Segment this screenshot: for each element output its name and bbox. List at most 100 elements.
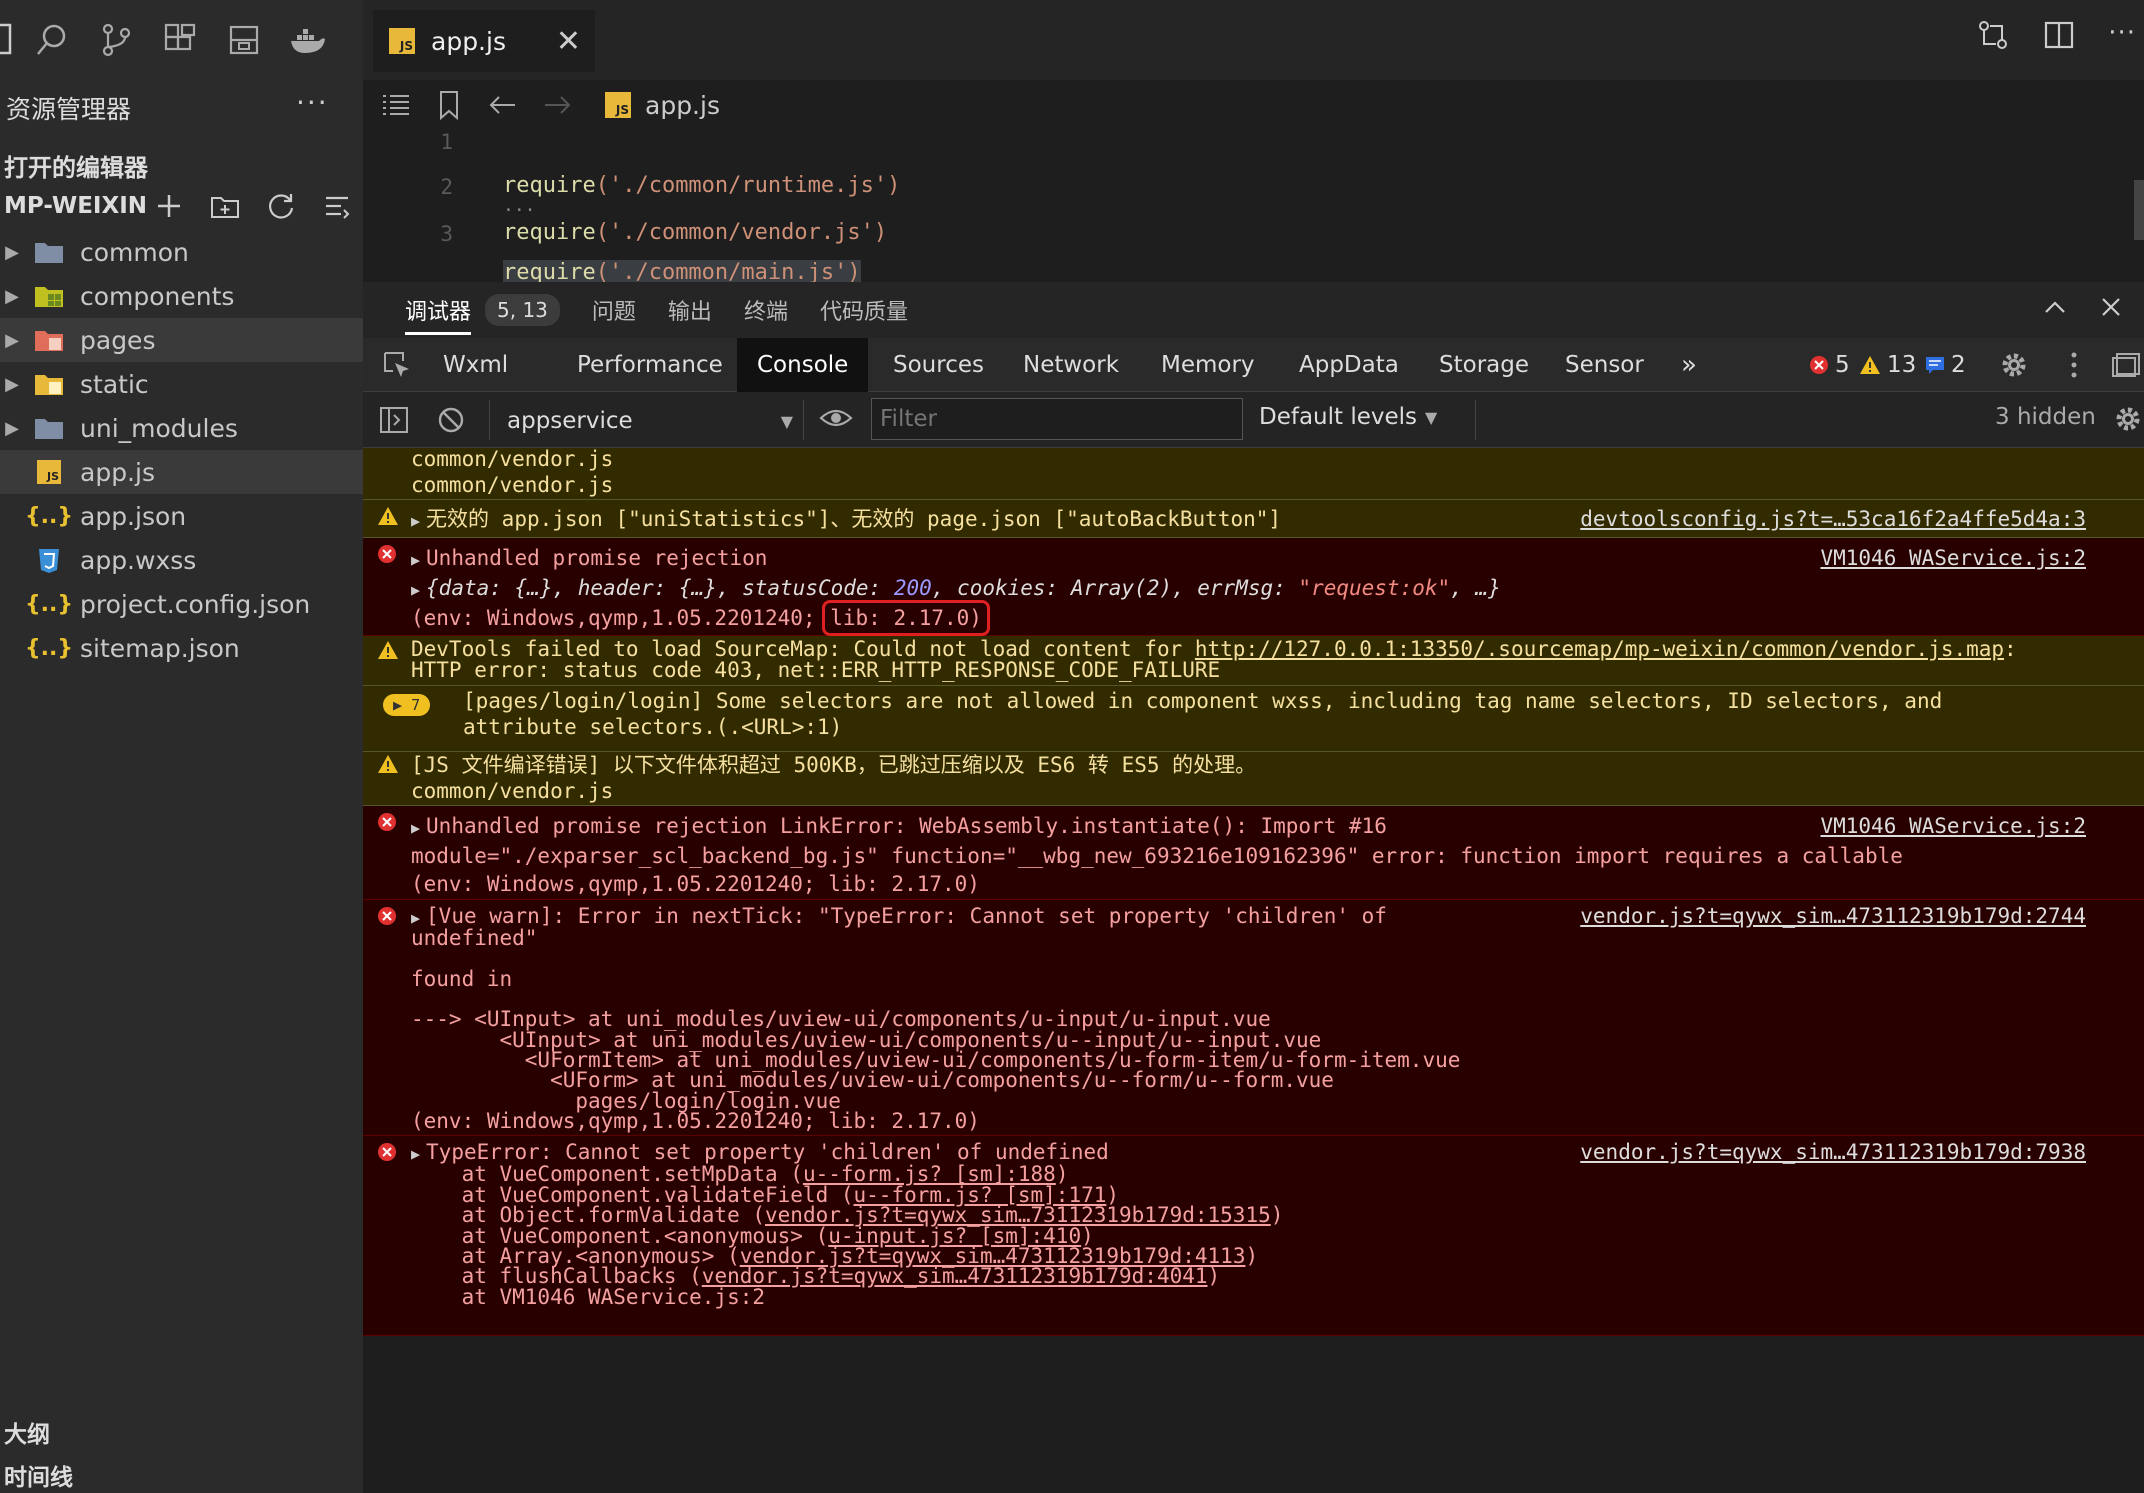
- message-text: attribute selectors.(.<URL>:1): [463, 715, 843, 739]
- open-editors-header[interactable]: 打开的编辑器: [4, 148, 148, 183]
- search-icon[interactable]: [20, 8, 84, 72]
- expand-triangle-icon[interactable]: ▶: [411, 1145, 420, 1163]
- tree-item-uni-modules[interactable]: ▶ uni_modules: [0, 406, 363, 450]
- bookmark-icon[interactable]: [437, 90, 461, 120]
- console-settings-icon[interactable]: [2113, 404, 2143, 434]
- message-text: HTTP error: status code 403, net::ERR_HT…: [411, 658, 1221, 682]
- console-output[interactable]: common/vendor.js common/vendor.js ▶ 无效的 a…: [363, 448, 2144, 1493]
- message-body: Unhandled promise rejection LinkError: W…: [426, 814, 1387, 838]
- source-link[interactable]: vendor.js?t=qywx_sim…473112319b179d:7938: [1580, 1141, 2086, 1162]
- tab-output[interactable]: 输出: [668, 294, 712, 326]
- files-icon[interactable]: [0, 8, 20, 72]
- context-select[interactable]: appservice ▼: [507, 404, 793, 438]
- eye-icon[interactable]: [819, 404, 853, 432]
- error-count[interactable]: 5: [1809, 338, 1850, 392]
- close-icon[interactable]: ✕: [556, 24, 581, 59]
- clear-console-icon[interactable]: [437, 406, 465, 434]
- tree-item-components[interactable]: ▶ components: [0, 274, 363, 318]
- tab-console[interactable]: Console: [737, 338, 869, 392]
- tree-item-app-json[interactable]: {..} app.json: [0, 494, 363, 538]
- settings-gear-icon[interactable]: [1999, 338, 2029, 392]
- message-text: [363, 989, 2144, 1009]
- expand-triangle-icon[interactable]: ▶: [411, 909, 420, 927]
- source-link[interactable]: VM1046 WAService.js:2: [1820, 812, 2086, 840]
- tab-problems[interactable]: 问题: [592, 294, 636, 326]
- tab-storage[interactable]: Storage: [1439, 338, 1529, 392]
- source-link[interactable]: vendor.js?t=qywx_sim…473112319b179d:2744: [1580, 905, 2086, 926]
- tab-app-js[interactable]: JS app.js ✕: [373, 10, 595, 72]
- tree-item-label: static: [80, 369, 149, 399]
- code-editor[interactable]: 1 2 require('./common/runtime.js') ··· 3…: [363, 130, 2144, 282]
- expand-triangle-icon[interactable]: ▶: [411, 819, 420, 837]
- dock-side-icon[interactable]: [2111, 338, 2141, 392]
- tree-item-project-config[interactable]: {..} project.config.json: [0, 582, 363, 626]
- outline-header[interactable]: 大纲: [4, 1415, 50, 1449]
- more-actions-icon[interactable]: ···: [296, 86, 329, 119]
- tab-memory[interactable]: Memory: [1161, 338, 1255, 392]
- timeline-header[interactable]: 时间线: [4, 1458, 73, 1492]
- scrollbar[interactable]: [2134, 180, 2144, 240]
- new-folder-icon[interactable]: [206, 188, 244, 224]
- inspect-element-icon[interactable]: [383, 338, 411, 392]
- tree-item-app-js[interactable]: JS app.js: [0, 450, 363, 494]
- message-object[interactable]: ▶ {data: {…}, header: {…}, statusCode: 20…: [363, 574, 2144, 604]
- tab-appdata[interactable]: AppData: [1299, 338, 1399, 392]
- expand-triangle-icon[interactable]: ▶: [411, 581, 420, 599]
- tree-item-common[interactable]: ▶ common: [0, 230, 363, 274]
- forward-arrow-icon[interactable]: [543, 93, 573, 117]
- sourcemap-link[interactable]: http://127.0.0.1:13350/.sourcemap/mp-wei…: [1195, 637, 2004, 661]
- sidebar-toggle-icon[interactable]: [379, 406, 409, 434]
- expand-triangle-icon[interactable]: ▶: [411, 512, 420, 530]
- tab-wxml[interactable]: Wxml: [443, 338, 508, 392]
- close-panel-icon[interactable]: [2098, 294, 2124, 320]
- folder-icon: [32, 238, 66, 266]
- stack-frame: at Array.<anonymous> (vendor.js?t=qywx_s…: [363, 1246, 2144, 1267]
- stack-link[interactable]: vendor.js?t=qywx_sim…473112319b179d:4041: [702, 1264, 1208, 1288]
- expand-triangle-icon[interactable]: ▶: [411, 551, 420, 569]
- tab-terminal[interactable]: 终端: [744, 294, 788, 326]
- back-arrow-icon[interactable]: [487, 93, 517, 117]
- storage-icon[interactable]: [212, 8, 276, 72]
- tree-item-sitemap[interactable]: {..} sitemap.json: [0, 626, 363, 670]
- list-icon[interactable]: [381, 92, 411, 118]
- repeat-count-badge[interactable]: ▶ 7: [383, 694, 431, 716]
- collapse-all-icon[interactable]: [318, 188, 356, 224]
- message-text: ---> <UInput> at uni_modules/uview-ui/co…: [411, 1007, 1271, 1032]
- docker-icon[interactable]: [276, 8, 340, 72]
- tab-sources[interactable]: Sources: [893, 338, 984, 392]
- json-file-icon: {..}: [24, 591, 74, 617]
- line-number: 2: [440, 175, 453, 199]
- more-tabs-icon[interactable]: »: [1681, 338, 1697, 392]
- info-count[interactable]: 2: [1925, 338, 1966, 392]
- tab-debugger[interactable]: 调试器: [405, 294, 472, 335]
- tab-performance[interactable]: Performance: [577, 338, 723, 392]
- kebab-menu-icon[interactable]: [2069, 338, 2079, 392]
- compare-changes-icon[interactable]: [1976, 18, 2010, 52]
- default-levels-dropdown[interactable]: Default levels ▼: [1259, 404, 1437, 430]
- more-icon[interactable]: ···: [2108, 18, 2136, 52]
- hidden-count[interactable]: 3 hidden: [1995, 404, 2096, 430]
- source-link[interactable]: devtoolsconfig.js?t=…53ca16f2a4ffe5d4a:3: [1580, 505, 2086, 533]
- source-control-icon[interactable]: [84, 8, 148, 72]
- breadcrumb-file[interactable]: JS app.js: [605, 91, 720, 120]
- tree-item-app-wxss[interactable]: app.wxss: [0, 538, 363, 582]
- console-message: DevTools failed to load SourceMap: Could…: [363, 636, 2144, 686]
- tree-item-pages[interactable]: ▶ pages: [0, 318, 363, 362]
- code-line: require('./common/main.js'): [503, 260, 861, 282]
- new-file-icon[interactable]: [150, 188, 188, 224]
- refresh-icon[interactable]: [262, 188, 300, 224]
- tab-network[interactable]: Network: [1023, 338, 1119, 392]
- message-body: TypeError: Cannot set property 'children…: [426, 1140, 1109, 1164]
- tree-item-label: components: [80, 281, 235, 311]
- tab-sensor[interactable]: Sensor: [1565, 338, 1644, 392]
- source-link[interactable]: VM1046 WAService.js:2: [1820, 544, 2086, 572]
- tab-code-quality[interactable]: 代码质量: [820, 294, 908, 326]
- split-editor-icon[interactable]: [2042, 18, 2076, 52]
- filter-input[interactable]: [871, 398, 1243, 440]
- extensions-icon[interactable]: [148, 8, 212, 72]
- editor-tab-bar: JS app.js ✕ ···: [363, 0, 2144, 80]
- tree-item-static[interactable]: ▶ static: [0, 362, 363, 406]
- project-header[interactable]: MP-WEIXIN: [4, 193, 147, 219]
- chevron-up-icon[interactable]: [2042, 294, 2068, 320]
- warning-count[interactable]: 13: [1859, 338, 1916, 392]
